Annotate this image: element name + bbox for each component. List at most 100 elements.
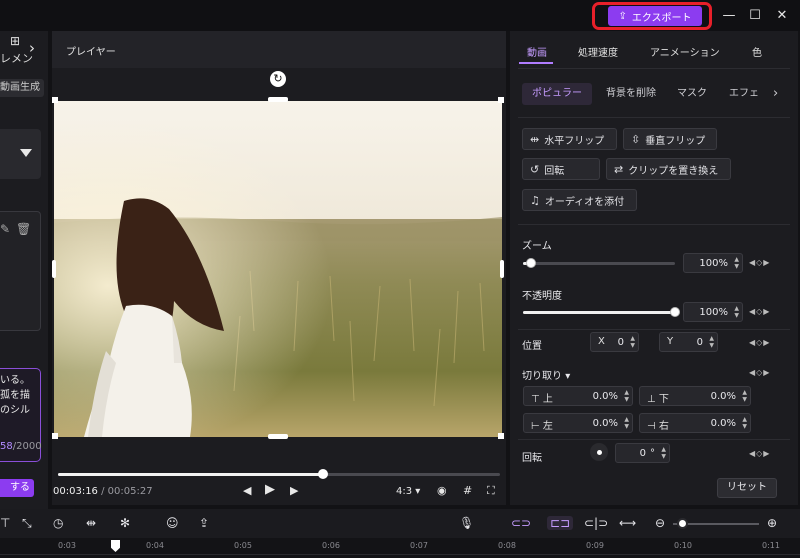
snap-icon[interactable]: ⊏⊐ xyxy=(547,516,574,530)
zoom-out-icon[interactable]: ⊖ xyxy=(655,516,665,530)
split-icon[interactable]: ⊤ xyxy=(0,516,10,530)
crop-top-value: 0.0% xyxy=(592,390,618,402)
opacity-slider-knob[interactable] xyxy=(670,307,680,317)
subtab-effects[interactable]: エフェ xyxy=(729,83,759,105)
stepper-icon[interactable]: ▲ ▼ xyxy=(661,446,666,460)
previous-frame-icon[interactable]: ◀︎ xyxy=(243,484,251,497)
timeline-ruler[interactable]: 0:03 0:04 0:05 0:06 0:07 0:08 0:09 0:10 … xyxy=(0,538,800,558)
stepper-icon[interactable]: ▲ ▼ xyxy=(624,389,629,403)
keyframe-icon[interactable]: ◀◇▶ xyxy=(749,258,770,267)
crop-corner[interactable] xyxy=(498,97,504,103)
stepper-icon[interactable]: ▲ ▼ xyxy=(742,416,747,430)
magnet-icon[interactable]: ⊂|⊃ xyxy=(584,516,608,530)
zoom-label: ズーム xyxy=(522,241,552,252)
zoom-in-icon[interactable]: ⊕ xyxy=(767,516,777,530)
stepper-icon[interactable]: ▲ ▼ xyxy=(734,256,739,270)
fit-icon[interactable]: ⟷ xyxy=(619,516,636,530)
stepper-icon[interactable]: ▲ ▼ xyxy=(742,389,747,403)
element-tab[interactable]: ⊞ レメン xyxy=(0,31,48,71)
face-icon[interactable]: ☺ xyxy=(166,516,179,530)
rotate-button[interactable]: ↺ 回転 xyxy=(522,158,600,180)
keyframe-icon[interactable]: ◀◇▶ xyxy=(749,449,770,458)
opacity-slider[interactable] xyxy=(523,307,680,317)
chevron-right-icon[interactable]: › xyxy=(773,83,778,105)
crop-label[interactable]: 切り取り ▾ xyxy=(522,367,570,382)
progress-knob[interactable] xyxy=(318,469,329,479)
stepper-icon[interactable]: ▲ ▼ xyxy=(709,335,714,349)
tab-video[interactable]: 動画 xyxy=(527,44,547,59)
minimize-button[interactable]: — xyxy=(716,4,742,26)
timeline-zoom-knob[interactable] xyxy=(677,518,688,529)
char-max: /2000 xyxy=(12,441,42,452)
tab-speed[interactable]: 処理速度 xyxy=(578,44,618,59)
ai-video-chip[interactable]: 動画生成（ xyxy=(0,79,44,97)
resize-handle-top[interactable] xyxy=(268,97,288,102)
link-icon[interactable]: ⊂⊃ xyxy=(511,516,531,530)
zoom-slider-knob[interactable] xyxy=(525,258,536,268)
rotation-dial[interactable] xyxy=(590,443,608,461)
keyframe-icon[interactable]: ◀◇▶ xyxy=(749,368,770,377)
play-icon[interactable]: ▶︎ xyxy=(265,482,275,497)
rotate-handle-icon[interactable]: ↻ xyxy=(270,71,286,87)
video-preview[interactable] xyxy=(54,101,502,437)
edit-icon[interactable]: ✎ xyxy=(0,222,10,236)
attach-audio-button[interactable]: ♫ オーディオを添付 xyxy=(522,189,637,211)
playback-progress-bar[interactable] xyxy=(58,469,500,479)
position-y-input[interactable]: Y 0 ▲ ▼ xyxy=(659,332,718,352)
zoom-slider[interactable] xyxy=(523,258,675,268)
freeze-icon[interactable]: ✻ xyxy=(120,516,130,530)
close-icon: ✕ xyxy=(776,7,788,23)
crop-top-icon: ⊤ xyxy=(531,394,543,405)
model-dropdown[interactable] xyxy=(0,129,41,179)
flip-horizontal-button[interactable]: ⇹ 水平フリップ xyxy=(522,128,617,150)
fullscreen-icon[interactable]: ⛶ xyxy=(487,484,495,498)
grid-icon[interactable]: # xyxy=(463,484,472,497)
ruler-baseline xyxy=(0,554,800,555)
prompt-line: いる。 xyxy=(0,375,30,386)
crop-corner[interactable] xyxy=(52,97,58,103)
mirror-icon[interactable]: ⇹ xyxy=(86,516,96,530)
crop-right-input[interactable]: ⊣ 右 0.0% ▲ ▼ xyxy=(639,413,751,433)
char-counter: 58/2000 xyxy=(0,441,42,452)
crop-left-input[interactable]: ⊢ 左 0.0% ▲ ▼ xyxy=(523,413,633,433)
opacity-value-input[interactable]: 100% ▲ ▼ xyxy=(683,302,743,322)
close-button[interactable]: ✕ xyxy=(769,4,795,26)
tab-animation[interactable]: アニメーション xyxy=(650,44,720,59)
camera-icon[interactable]: ◉ xyxy=(437,484,447,497)
crop-tool-icon[interactable]: ⤡ xyxy=(22,516,32,531)
microphone-icon[interactable]: 🎙 xyxy=(459,516,474,530)
stepper-icon[interactable]: ▲ ▼ xyxy=(624,416,629,430)
zoom-value-input[interactable]: 100% ▲ ▼ xyxy=(683,253,743,273)
generate-button[interactable]: する xyxy=(0,479,34,497)
maximize-button[interactable]: ☐ xyxy=(742,4,768,26)
resize-handle-bottom[interactable] xyxy=(268,434,288,439)
crop-top-input[interactable]: ⊤ 上 0.0% ▲ ▼ xyxy=(523,386,633,406)
trash-icon[interactable]: 🗑 xyxy=(16,222,31,236)
crop-bottom-input[interactable]: ⊥ 下 0.0% ▲ ▼ xyxy=(639,386,751,406)
stepper-icon[interactable]: ▲ ▼ xyxy=(630,335,635,349)
keyframe-icon[interactable]: ◀◇▶ xyxy=(749,307,770,316)
aspect-ratio-select[interactable]: 4:3 ▾ xyxy=(396,486,420,497)
next-frame-icon[interactable]: ▶︎ xyxy=(290,484,298,497)
crop-corner[interactable] xyxy=(498,433,504,439)
flip-vertical-button[interactable]: ⇳ 垂直フリップ xyxy=(623,128,717,150)
stepper-icon[interactable]: ▲ ▼ xyxy=(734,305,739,319)
subtab-mask[interactable]: マスク xyxy=(677,83,707,105)
position-x-input[interactable]: X 0 ▲ ▼ xyxy=(590,332,639,352)
rotation-value-input[interactable]: 0 ° ▲ ▼ xyxy=(615,443,670,463)
speed-icon[interactable]: ◷ xyxy=(53,516,63,530)
replace-clip-button[interactable]: ⇄ クリップを置き換え xyxy=(606,158,731,180)
chevron-right-icon[interactable]: › xyxy=(29,39,35,57)
tab-color[interactable]: 色 xyxy=(752,44,762,59)
export-clip-icon[interactable]: ⇪ xyxy=(199,516,209,530)
crop-left-value: 0.0% xyxy=(592,417,618,429)
subtab-popular[interactable]: ポピュラー xyxy=(522,83,592,105)
export-button[interactable]: ⇪ エクスポート xyxy=(608,6,702,26)
crop-corner[interactable] xyxy=(52,433,58,439)
resize-handle-left[interactable] xyxy=(52,260,56,278)
resize-handle-right[interactable] xyxy=(500,260,504,278)
subtab-remove-bg[interactable]: 背景を削除 xyxy=(606,83,656,105)
reset-button[interactable]: リセット xyxy=(717,478,777,498)
keyframe-icon[interactable]: ◀◇▶ xyxy=(749,338,770,347)
image-upload-box[interactable]: ✎ 🗑 xyxy=(0,211,41,331)
